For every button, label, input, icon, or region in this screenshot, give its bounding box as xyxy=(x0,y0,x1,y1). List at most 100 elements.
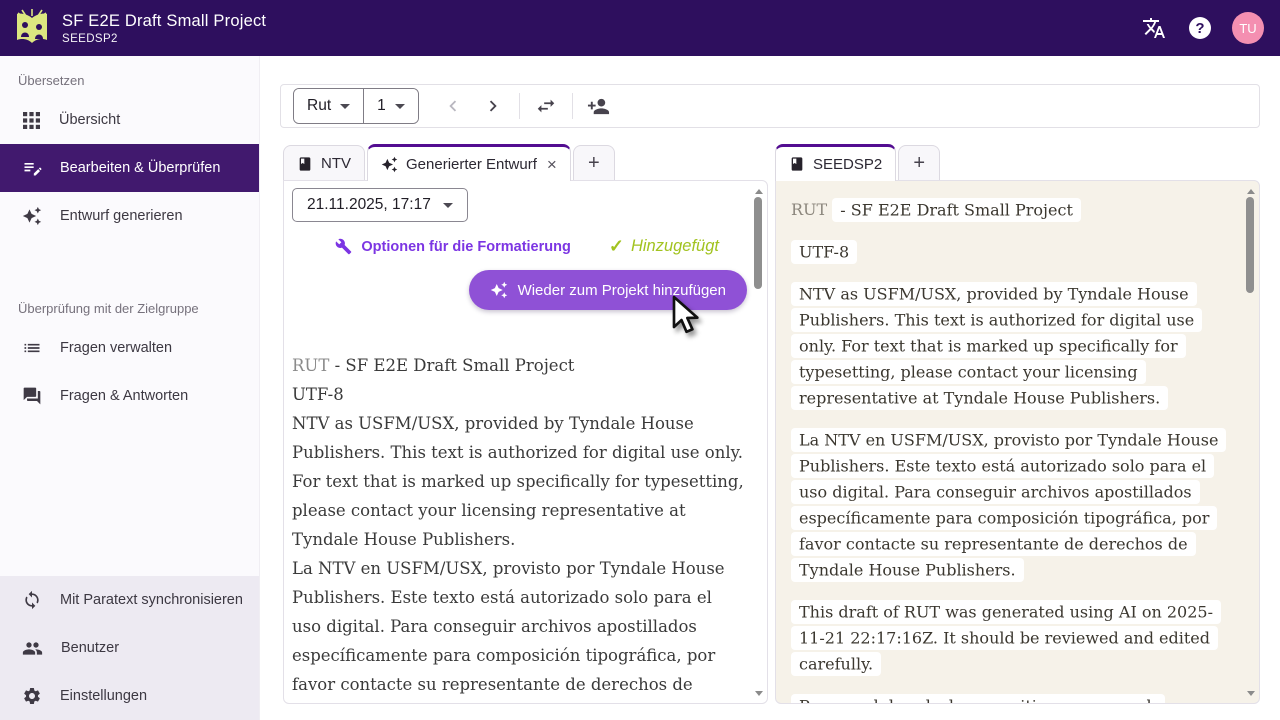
language-button[interactable] xyxy=(1134,8,1174,48)
sidebar-item-label: Entwurf generieren xyxy=(60,208,183,224)
tab-generated-draft[interactable]: Generierter Entwurf × xyxy=(367,144,571,181)
main-content: Rut 1 xyxy=(260,56,1280,720)
sidebar-item-users[interactable]: Benutzer xyxy=(0,624,259,672)
app-header: SF E2E Draft Small Project SEEDSP2 ? TU xyxy=(0,0,1280,56)
sidebar-item-label: Fragen & Antworten xyxy=(60,388,188,404)
scripture-paragraph: Paragraph breaks have positions preserve… xyxy=(791,693,1221,704)
scripture-forge-logo xyxy=(14,8,50,48)
project-text-panel-body: RUT - SF E2E Draft Small Project UTF-8 N… xyxy=(775,180,1260,704)
sidebar-item-questions-answers[interactable]: Fragen & Antworten xyxy=(0,372,259,420)
tab-label: SEEDSP2 xyxy=(813,156,882,173)
scripture-line: UTF-8 xyxy=(292,380,745,409)
sidebar-item-sync-paratext[interactable]: Mit Paratext synchronisieren xyxy=(0,576,259,624)
project-short-name: SEEDSP2 xyxy=(62,33,266,45)
toolbar-divider xyxy=(519,93,520,119)
share-button[interactable] xyxy=(579,86,619,126)
right-panel-scrollbar[interactable] xyxy=(1244,183,1257,701)
sidebar-item-settings[interactable]: Einstellungen xyxy=(0,672,259,720)
plus-icon: + xyxy=(588,152,600,175)
scripture-heading: RUT - SF E2E Draft Small Project xyxy=(791,197,1221,223)
section-label-translate: Übersetzen xyxy=(0,56,259,96)
scripture-paragraph: La NTV en USFM/USX, provisto por Tyndale… xyxy=(292,554,745,704)
next-chapter-button[interactable] xyxy=(473,86,513,126)
book-select[interactable]: Rut xyxy=(294,89,363,123)
scrollbar-thumb[interactable] xyxy=(754,197,762,289)
prev-chapter-button[interactable] xyxy=(433,86,473,126)
project-title: SF E2E Draft Small Project xyxy=(62,11,266,31)
caret-down-icon xyxy=(340,104,350,109)
scroll-down-arrow[interactable] xyxy=(752,687,765,699)
draft-header: 21.11.2025, 17:17 Optionen für die Forma… xyxy=(284,181,767,310)
close-icon[interactable]: × xyxy=(547,156,557,173)
avatar[interactable]: TU xyxy=(1232,12,1264,44)
draft-status-badge: ✓ Hinzugefügt xyxy=(609,236,719,257)
book-id: RUT xyxy=(791,200,827,219)
sync-icon xyxy=(22,590,42,610)
chevron-left-icon xyxy=(442,95,464,117)
project-scripture-text[interactable]: RUT - SF E2E Draft Small Project UTF-8 N… xyxy=(776,181,1259,704)
sidebar-item-label: Einstellungen xyxy=(60,688,147,704)
book-chapter-select-group: Rut 1 xyxy=(293,88,419,124)
check-icon: ✓ xyxy=(609,236,624,257)
sidebar-item-label: Übersicht xyxy=(59,112,120,128)
sidebar-item-label: Benutzer xyxy=(61,640,119,656)
sidebar-item-overview[interactable]: Übersicht xyxy=(0,96,259,144)
scrollbar-thumb[interactable] xyxy=(1246,197,1254,293)
draft-scripture-text[interactable]: RUT - SF E2E Draft Small Project UTF-8 N… xyxy=(284,310,767,704)
sidebar-item-manage-questions[interactable]: Fragen verwalten xyxy=(0,324,259,372)
tab-ntv[interactable]: NTV xyxy=(283,145,365,181)
tab-label: Generierter Entwurf xyxy=(406,156,537,173)
gear-icon xyxy=(22,686,42,706)
scroll-up-arrow[interactable] xyxy=(752,185,765,197)
sidebar-item-label: Fragen verwalten xyxy=(60,340,172,356)
project-title-block: SF E2E Draft Small Project SEEDSP2 xyxy=(62,11,266,45)
sidebar: Übersetzen Übersicht Bearbeiten & Überpr… xyxy=(0,56,260,720)
list-icon xyxy=(22,338,42,358)
chevron-right-icon xyxy=(482,95,504,117)
sparkle-icon xyxy=(381,156,398,173)
sparkle-icon xyxy=(22,206,42,226)
scroll-down-arrow[interactable] xyxy=(1244,687,1257,699)
help-icon: ? xyxy=(1189,17,1211,39)
caret-down-icon xyxy=(395,104,405,109)
translate-icon xyxy=(1142,16,1166,40)
people-icon xyxy=(22,638,43,659)
left-panel-tabs: NTV Generierter Entwurf × + xyxy=(283,144,768,181)
scroll-up-arrow[interactable] xyxy=(1244,185,1257,197)
format-options-link[interactable]: Optionen für die Formatierung xyxy=(335,238,570,255)
scripture-paragraph: La NTV en USFM/USX, provisto por Tyndale… xyxy=(791,427,1221,583)
left-panel-scrollbar[interactable] xyxy=(752,183,765,701)
tab-label: NTV xyxy=(321,155,351,172)
swap-source-button[interactable] xyxy=(526,86,566,126)
chapter-select[interactable]: 1 xyxy=(363,89,418,123)
apply-draft-button[interactable]: Wieder zum Projekt hinzufügen xyxy=(469,270,747,310)
toolbar-divider xyxy=(572,93,573,119)
caret-down-icon xyxy=(443,203,453,208)
wrench-icon xyxy=(335,238,352,255)
generated-draft-panel-body: 21.11.2025, 17:17 Optionen für die Forma… xyxy=(283,180,768,704)
scripture-paragraph: NTV as USFM/USX, provided by Tyndale Hou… xyxy=(791,281,1221,411)
help-button[interactable]: ? xyxy=(1180,8,1220,48)
add-tab-button[interactable]: + xyxy=(898,145,940,181)
sidebar-item-label: Mit Paratext synchronisieren xyxy=(60,592,243,608)
sidebar-item-generate-draft[interactable]: Entwurf generieren xyxy=(0,192,259,240)
person-add-icon xyxy=(587,95,610,118)
book-icon xyxy=(297,156,313,172)
plus-icon: + xyxy=(913,152,925,175)
book-id: RUT xyxy=(292,356,329,375)
scripture-paragraph: This draft of RUT was generated using AI… xyxy=(791,599,1221,677)
right-panel: SEEDSP2 + RUT - SF E2E Draft Small Proje… xyxy=(775,144,1260,704)
tab-seedsp2[interactable]: SEEDSP2 xyxy=(775,144,896,181)
edit-note-icon xyxy=(22,158,42,178)
section-label-community-checking: Überprüfung mit der Zielgruppe xyxy=(0,284,259,324)
chapter-toolbar: Rut 1 xyxy=(280,84,1260,128)
scripture-line: UTF-8 xyxy=(791,239,1221,265)
sidebar-item-label: Bearbeiten & Überprüfen xyxy=(60,160,220,176)
sidebar-item-edit-review[interactable]: Bearbeiten & Überprüfen xyxy=(0,144,259,192)
forum-icon xyxy=(22,386,42,406)
draft-status-row: Optionen für die Formatierung ✓ Hinzugef… xyxy=(292,236,759,257)
draft-date-select[interactable]: 21.11.2025, 17:17 xyxy=(292,188,468,222)
sparkle-icon xyxy=(490,281,508,299)
add-tab-button[interactable]: + xyxy=(573,145,615,181)
swap-horiz-icon xyxy=(535,95,557,117)
